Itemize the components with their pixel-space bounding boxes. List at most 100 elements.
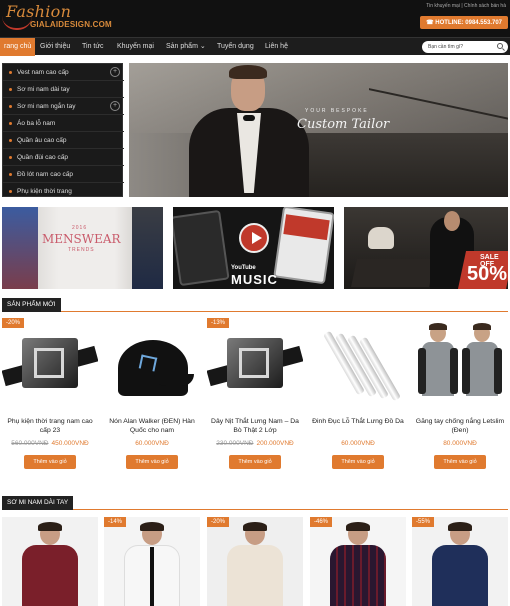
sleeve-image: [450, 348, 458, 394]
product-prices: 60.000VNĐ: [310, 440, 406, 447]
discount-badge: -55%: [412, 517, 435, 527]
shirt-image: [330, 545, 386, 606]
price: 60.000VNĐ: [135, 440, 169, 447]
cap-bill: [154, 374, 194, 386]
banner-menswear[interactable]: 2016 MENSWEAR TRENDS: [2, 207, 163, 289]
site-logo[interactable]: Fashion GIALAIDESIGN.COM: [2, 2, 122, 32]
nav-item-contact[interactable]: Liên hệ: [265, 38, 288, 56]
banner-model-right: [132, 207, 163, 289]
model-hair: [38, 522, 62, 531]
product-card[interactable]: [2, 517, 98, 606]
expand-icon[interactable]: +: [110, 101, 120, 111]
nav-item-about[interactable]: Giới thiệu: [40, 38, 70, 56]
section-title[interactable]: SẢN PHẨM MỚI: [2, 298, 61, 312]
belt-buckle-face: [239, 348, 269, 378]
product-image[interactable]: -20%: [2, 318, 98, 411]
model-hair: [140, 522, 164, 531]
top-links[interactable]: Tin khuyến mại | Chính sách bán hà: [426, 3, 506, 9]
category-item[interactable]: Quần âu cao cấp: [3, 132, 124, 149]
cap-image: [118, 340, 194, 396]
model-figure: [462, 323, 502, 410]
product-card[interactable]: -14%: [104, 517, 200, 606]
cards-image: [351, 259, 435, 287]
nav-item-promo[interactable]: Khuyến mại: [117, 38, 154, 56]
product-image[interactable]: -13%: [207, 318, 303, 411]
discount-badge: -46%: [310, 517, 333, 527]
product-name[interactable]: Đinh Đục Lỗ Thắt Lưng Đồ Da: [312, 417, 404, 426]
chevron-down-icon: ⌄: [197, 43, 206, 50]
model-figure: [124, 522, 180, 606]
add-to-cart-button[interactable]: Thêm vào giỏ: [126, 455, 178, 469]
model-hair: [429, 323, 447, 330]
product-card[interactable]: -20% Phụ kiện thời trang nam cao cấp 23 …: [2, 318, 98, 475]
price: 60.000VNĐ: [341, 440, 375, 447]
model-figure: [432, 522, 488, 606]
search-placeholder: Bạn cần tìm gì?: [428, 44, 464, 50]
product-image[interactable]: [310, 318, 406, 411]
model-hair: [243, 522, 267, 531]
nav-item-news[interactable]: Tin tức: [82, 38, 104, 56]
category-item[interactable]: Sơ mi nam ngắn tay +: [3, 98, 124, 115]
nav-item-home[interactable]: rang chủ: [0, 38, 36, 56]
category-label: Phụ kiện thời trang: [17, 188, 72, 195]
add-to-cart-button[interactable]: Thêm vào giỏ: [229, 455, 281, 469]
nav-item-careers[interactable]: Tuyển dụng: [217, 38, 254, 56]
product-prices: 80.000VNĐ: [412, 440, 508, 447]
category-item[interactable]: Áo ba lỗ nam: [3, 115, 124, 132]
phone-image: [273, 207, 334, 285]
product-prices: 60.000VNĐ: [104, 440, 200, 447]
product-name[interactable]: Găng tay chống nắng Letslim (Đen): [414, 417, 506, 435]
nav-item-products-label: Sản phẩm: [166, 43, 198, 50]
hero-tagline: YOUR BESPOKE: [305, 108, 369, 114]
nav-item-products[interactable]: Sản phẩm ⌄: [166, 38, 206, 56]
model-figure: [227, 522, 283, 606]
hero-slider[interactable]: YOUR BESPOKE Custom Tailor: [129, 63, 508, 197]
category-label: Quần đùi cao cấp: [17, 154, 68, 161]
category-item[interactable]: Sơ mi nam dài tay: [3, 81, 124, 98]
product-name[interactable]: Nón Alan Walker (ĐEN) Hàn Quốc cho nam: [106, 417, 198, 435]
product-card[interactable]: -13% Dây Nịt Thắt Lưng Nam – Da Bò Thật …: [207, 318, 303, 475]
section-title[interactable]: SƠ MI NAM DÀI TAY: [2, 496, 74, 510]
old-price: 560.000VNĐ: [11, 440, 49, 447]
banner-youtube-music[interactable]: YouTube MUSIC: [173, 207, 334, 289]
section-header-new: SẢN PHẨM MỚI: [2, 298, 508, 312]
search-input[interactable]: Bạn cần tìm gì?: [422, 41, 508, 53]
youtube-logo: YouTube: [231, 265, 256, 271]
category-item[interactable]: Phụ kiện thời trang: [3, 183, 124, 200]
model-figure: [330, 522, 386, 606]
product-card[interactable]: Nón Alan Walker (ĐEN) Hàn Quốc cho nam 6…: [104, 318, 200, 475]
category-item[interactable]: Vest nam cao cấp +: [3, 64, 124, 81]
phone-icon: ☎: [426, 20, 436, 26]
product-image[interactable]: [104, 318, 200, 411]
category-label: Đồ lót nam cao cấp: [17, 171, 74, 178]
product-card[interactable]: Găng tay chống nắng Letslim (Đen) 80.000…: [412, 318, 508, 475]
category-item[interactable]: Quần đùi cao cấp: [3, 149, 124, 166]
model-figure: [418, 323, 458, 410]
search-icon[interactable]: [497, 43, 503, 49]
product-card[interactable]: -46%: [310, 517, 406, 606]
discount-badge: -14%: [104, 517, 127, 527]
add-to-cart-button[interactable]: Thêm vào giỏ: [332, 455, 384, 469]
model-figure: [22, 522, 78, 606]
product-card[interactable]: -20%: [207, 517, 303, 606]
banner-sale[interactable]: SALE OFF 50%: [344, 207, 508, 289]
product-image[interactable]: [412, 318, 508, 411]
product-name[interactable]: Phụ kiện thời trang nam cao cấp 23: [4, 417, 96, 435]
phone-image: [173, 209, 230, 287]
category-menu: Vest nam cao cấp + Sơ mi nam dài tay Sơ m…: [2, 63, 124, 200]
category-item[interactable]: Đồ lót nam cao cấp: [3, 166, 124, 183]
product-card[interactable]: Đinh Đục Lỗ Thắt Lưng Đồ Da 60.000VNĐ Th…: [310, 318, 406, 475]
hotline-button[interactable]: ☎ HOTLINE: 0984.553.707: [420, 16, 508, 29]
discount-badge: -13%: [207, 318, 230, 328]
expand-icon[interactable]: +: [110, 67, 120, 77]
product-name[interactable]: Dây Nịt Thắt Lưng Nam – Da Bò Thật 2 Lớp: [209, 417, 301, 435]
banner-subtitle: TRENDS: [68, 247, 95, 253]
category-label: Quần âu cao cấp: [17, 137, 67, 144]
shirt-image: [227, 545, 283, 606]
hotline-label: HOTLINE: 0984.553.707: [435, 20, 502, 26]
add-to-cart-button[interactable]: Thêm vào giỏ: [434, 455, 486, 469]
section-header-long-sleeve: SƠ MI NAM DÀI TAY: [2, 496, 508, 510]
product-card[interactable]: -55%: [412, 517, 508, 606]
logo-domain: GIALAIDESIGN.COM: [30, 20, 112, 29]
add-to-cart-button[interactable]: Thêm vào giỏ: [24, 455, 76, 469]
